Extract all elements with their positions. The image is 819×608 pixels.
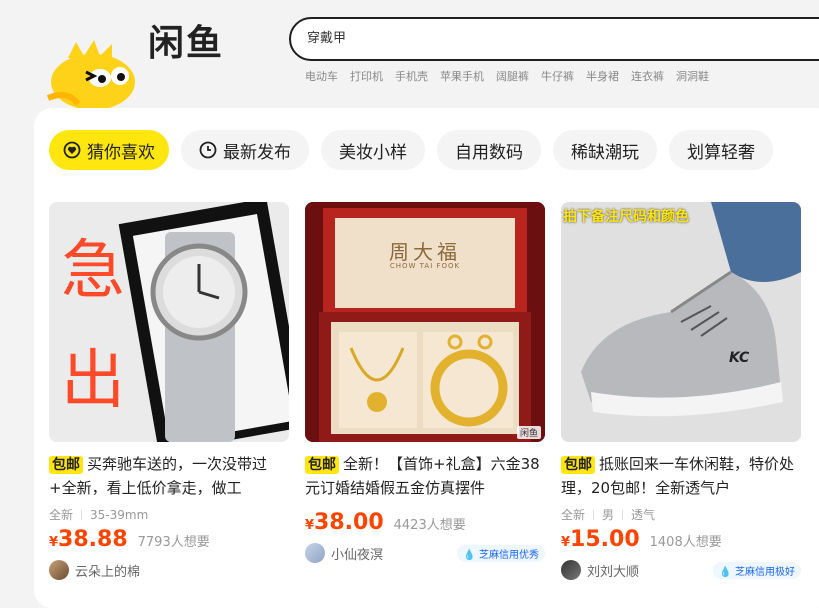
product-title-text: 抵账回来一车休闲鞋，特价处理，20包邮！全新透气户: [561, 455, 795, 497]
avatar: [561, 560, 581, 580]
tag-divider: [622, 509, 624, 520]
product-grid: 急出 包邮 买奔驰车送的，一次没带过+全新，看上低价拿走，做工 全新 35-39m…: [49, 202, 801, 580]
seller-info[interactable]: 小仙夜溟 💧 芝麻信用优秀: [305, 543, 545, 563]
hot-search-words: 电动车 打印机 手机壳 苹果手机 阔腿裤 牛仔裤 半身裙 连衣裤 洞洞鞋: [305, 68, 709, 84]
tab-label: 稀缺潮玩: [571, 142, 639, 163]
want-count: 7793人想要: [137, 535, 210, 550]
credit-badge: 💧 芝麻信用极好: [713, 561, 801, 579]
search-input[interactable]: 穿戴甲: [289, 17, 819, 61]
seller-name: 刘刘大顺: [587, 564, 640, 580]
tab-digital[interactable]: 自用数码: [437, 130, 541, 170]
product-image-jewelry[interactable]: 周大福 CHOW TAI FOOK 闲鱼: [305, 202, 545, 442]
product-title[interactable]: 包邮 全新！【首饰+礼盒】六金38元订婚结婚假五金仿真摆件: [305, 452, 545, 500]
tag: 全新: [561, 508, 586, 522]
free-shipping-badge: 包邮: [561, 456, 595, 474]
currency-symbol: ¥: [49, 535, 59, 550]
tag: 35-39mm: [90, 507, 149, 522]
hot-word[interactable]: 洞洞鞋: [676, 68, 709, 84]
tab-label: 自用数码: [455, 142, 523, 163]
product-image-shoe[interactable]: 拍下备注尺码和颜色 KC: [561, 202, 801, 442]
seller-name: 云朵上的棉: [75, 564, 141, 580]
free-shipping-badge: 包邮: [49, 456, 83, 474]
credit-text: 芝麻信用优秀: [479, 549, 539, 561]
price-row: ¥38.88 7793人想要: [49, 527, 289, 552]
shoe-photo: [561, 202, 801, 442]
product-price: ¥15.00: [561, 527, 640, 552]
product-title[interactable]: 包邮 买奔驰车送的，一次没带过+全新，看上低价拿走，做工: [49, 452, 289, 500]
hot-word[interactable]: 阔腿裤: [496, 68, 529, 84]
hot-word[interactable]: 半身裙: [586, 68, 619, 84]
product-price: ¥38.00: [305, 510, 384, 535]
avatar: [49, 560, 69, 580]
product-card[interactable]: 急出 包邮 买奔驰车送的，一次没带过+全新，看上低价拿走，做工 全新 35-39m…: [49, 202, 289, 580]
tag-divider: [593, 509, 595, 520]
product-tags: 全新 男 透气: [561, 506, 801, 523]
free-shipping-badge: 包邮: [305, 456, 339, 474]
tab-luxury[interactable]: 划算轻奢: [669, 130, 773, 170]
tab-label: 划算轻奢: [687, 142, 755, 163]
tag-divider: [81, 509, 83, 520]
brand-logo-subtext: CHOW TAI FOOK: [389, 262, 461, 270]
hot-word[interactable]: 电动车: [305, 68, 338, 84]
tag: 男: [602, 508, 615, 522]
price-value: 38.00: [314, 510, 384, 535]
price-value: 15.00: [570, 527, 640, 552]
price-row: ¥15.00 1408人想要: [561, 527, 801, 552]
hot-word[interactable]: 打印机: [350, 68, 383, 84]
hot-word[interactable]: 牛仔裤: [541, 68, 574, 84]
currency-symbol: ¥: [561, 535, 571, 550]
watermark-badge: 闲鱼: [516, 426, 541, 439]
tab-label: 美妆小样: [339, 142, 407, 163]
hot-word[interactable]: 手机壳: [395, 68, 428, 84]
tag: 透气: [631, 508, 656, 522]
currency-symbol: ¥: [305, 518, 315, 533]
seller-info[interactable]: 云朵上的棉: [49, 560, 289, 580]
tab-label: 猜你喜欢: [87, 142, 155, 163]
want-count: 1408人想要: [649, 535, 722, 550]
product-title[interactable]: 包邮 抵账回来一车休闲鞋，特价处理，20包邮！全新透气户: [561, 452, 801, 500]
category-tabs: 猜你喜欢 最新发布 美妆小样 自用数码 稀缺潮玩 划算轻奢: [49, 130, 773, 170]
product-price: ¥38.88: [49, 527, 128, 552]
product-title-text: 全新！【首饰+礼盒】六金38元订婚结婚假五金仿真摆件: [305, 455, 540, 497]
product-card[interactable]: 周大福 CHOW TAI FOOK 闲鱼 包邮 全新！【首饰+礼盒】六金38元订婚…: [305, 202, 545, 580]
tag: 全新: [49, 508, 74, 522]
credit-badge: 💧 芝麻信用优秀: [457, 544, 545, 562]
header: 闲鱼 穿戴甲 电动车 打印机 手机壳 苹果手机 阔腿裤 牛仔裤 半身裙 连衣裤 …: [0, 0, 819, 120]
xianyu-mascot-logo[interactable]: [38, 38, 148, 110]
hot-word[interactable]: 苹果手机: [440, 68, 484, 84]
clock-icon: [199, 141, 217, 159]
image-banner-text: 拍下备注尺码和颜色: [563, 209, 689, 225]
product-image-watch[interactable]: 急出: [49, 202, 289, 442]
avatar: [305, 543, 325, 563]
want-count: 4423人想要: [393, 518, 466, 533]
shoe-brand-mark: KC: [729, 350, 750, 366]
tab-label: 最新发布: [223, 142, 291, 163]
credit-text: 芝麻信用极好: [735, 566, 795, 578]
seller-info[interactable]: 刘刘大顺 💧 芝麻信用极好: [561, 560, 801, 580]
heart-circle-icon: [63, 141, 81, 159]
product-card[interactable]: 拍下备注尺码和颜色 KC 包邮 抵账回来一车休闲鞋，特价处理，20包邮！全新透气户…: [561, 202, 801, 580]
price-value: 38.88: [58, 527, 128, 552]
hot-word[interactable]: 连衣裤: [631, 68, 664, 84]
tab-latest[interactable]: 最新发布: [181, 130, 309, 170]
tab-beauty-samples[interactable]: 美妆小样: [321, 130, 425, 170]
price-row: ¥38.00 4423人想要: [305, 510, 545, 535]
tab-guess-you-like[interactable]: 猜你喜欢: [49, 130, 169, 170]
product-tags: 全新 35-39mm: [49, 506, 289, 523]
tab-toys[interactable]: 稀缺潮玩: [553, 130, 657, 170]
image-overlay-text: 急出: [61, 234, 125, 418]
site-logo-text[interactable]: 闲鱼: [148, 14, 224, 66]
brand-logo-text: 周大福: [389, 240, 461, 264]
seller-name: 小仙夜溟: [331, 547, 384, 563]
